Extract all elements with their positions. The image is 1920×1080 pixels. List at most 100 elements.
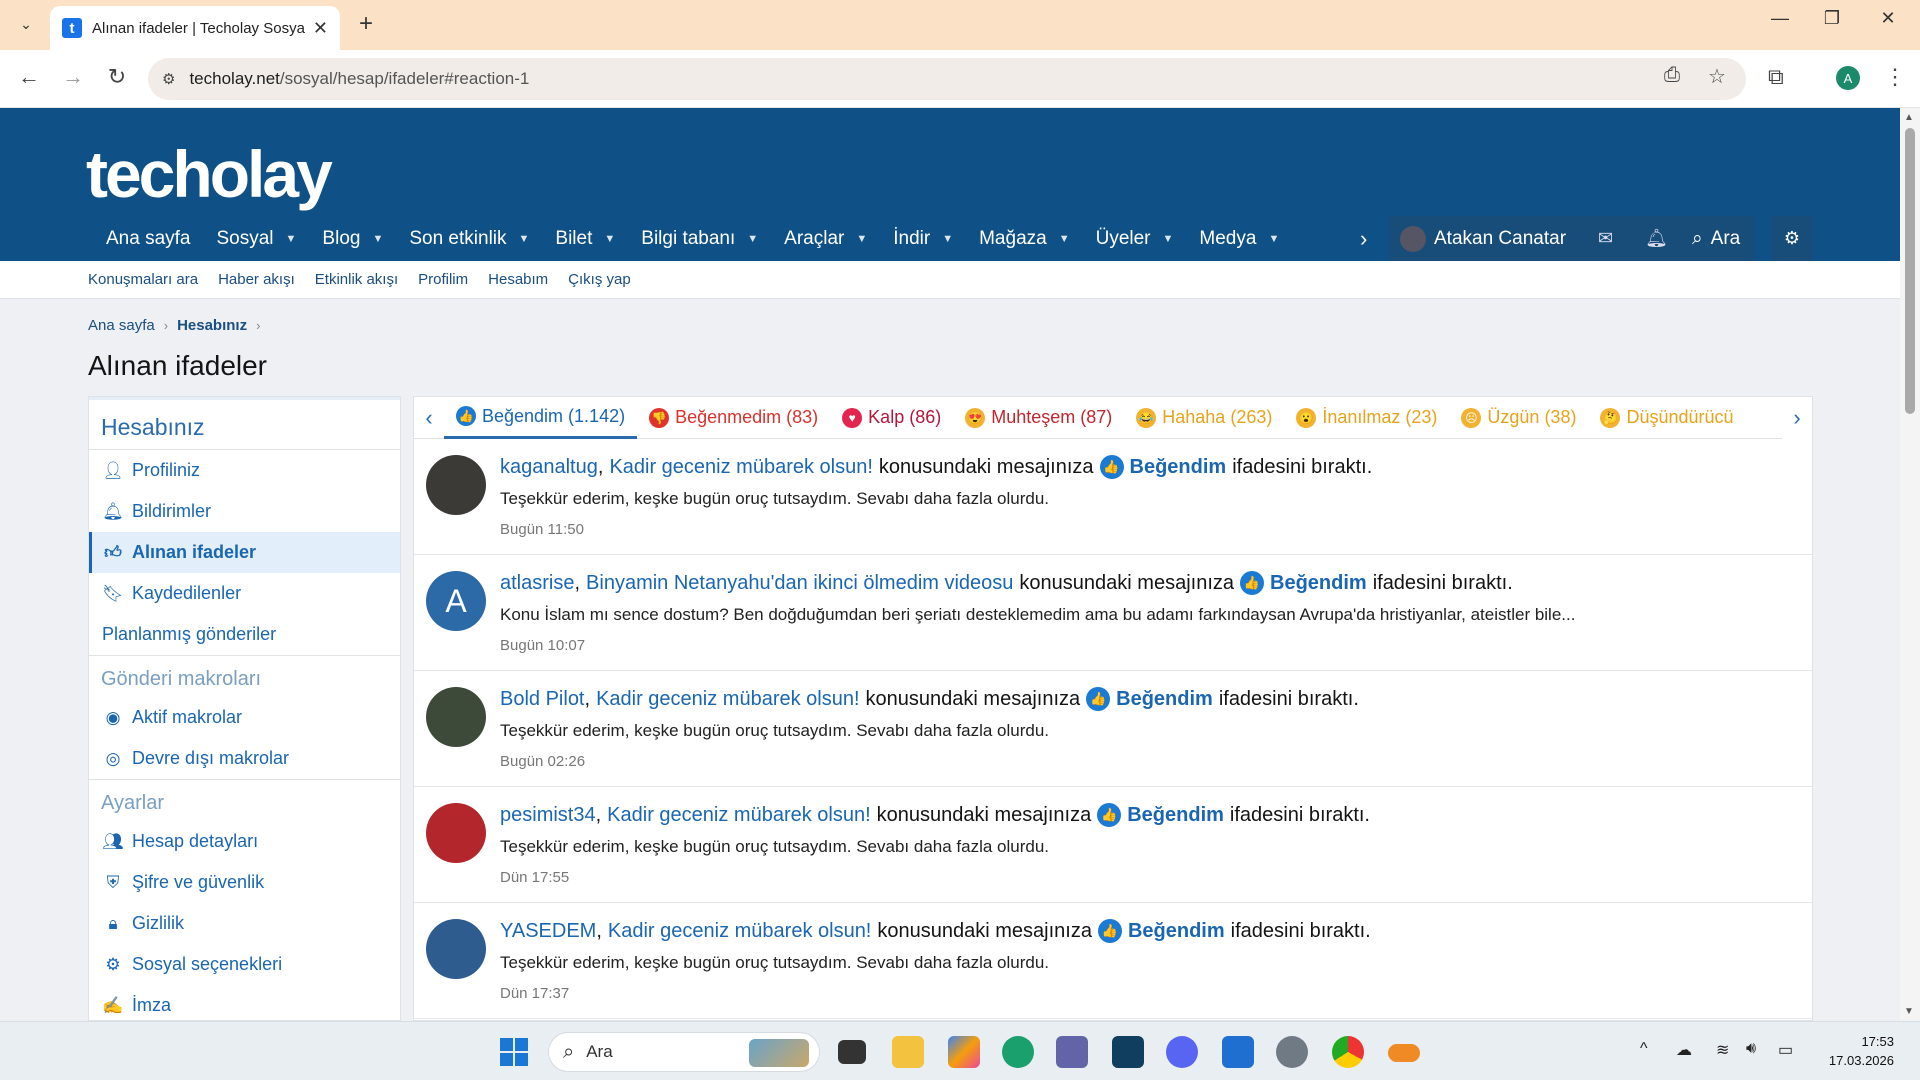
reaction-tab[interactable]: 👍 Beğendim (1.142) — [444, 397, 638, 439]
wifi-icon[interactable]: ≋ — [1716, 1040, 1729, 1060]
cloud-sync-icon[interactable]: ☁ — [1676, 1040, 1692, 1060]
sidebar-item[interactable]: 🔒︎ Gizlilik — [89, 903, 400, 944]
browser-menu-icon[interactable]: ⋮ — [1884, 64, 1906, 90]
edge-icon[interactable] — [1002, 1036, 1034, 1068]
chevron-down-icon[interactable]: ▼ — [519, 233, 530, 245]
nav-item-2[interactable]: Blog ▼ — [309, 216, 396, 261]
breadcrumb-home[interactable]: Ana sayfa — [88, 317, 155, 334]
subnav-link[interactable]: Çıkış yap — [568, 271, 631, 288]
timestamp[interactable]: Dün 17:55 — [500, 869, 569, 886]
username-link[interactable]: atlasrise — [500, 572, 574, 595]
timestamp[interactable]: Dün 17:37 — [500, 985, 569, 1002]
nav-item-7[interactable]: İndir ▼ — [880, 216, 966, 261]
new-tab-button[interactable]: + — [352, 10, 380, 38]
scroll-up-icon[interactable]: ▲ — [1904, 112, 1914, 123]
page-scrollbar[interactable]: ▲ ▼ — [1900, 108, 1920, 1021]
site-info-icon[interactable]: ⚙ — [162, 70, 175, 88]
sidebar-item[interactable]: ◉ Aktif makrolar — [89, 697, 400, 738]
close-tab-icon[interactable]: ✕ — [313, 18, 328, 39]
chevron-down-icon[interactable]: ▼ — [1268, 233, 1279, 245]
post-excerpt[interactable]: Teşekkür ederim, keşke bugün oruç tutsay… — [500, 489, 1049, 509]
volume-icon[interactable]: 🔊︎ — [1746, 1040, 1756, 1058]
chevron-down-icon[interactable]: ▼ — [372, 233, 383, 245]
tray-chevron-up-icon[interactable]: ^ — [1640, 1040, 1648, 1058]
thread-link[interactable]: Kadir geceniz mübarek olsun! — [609, 456, 872, 479]
nav-item-1[interactable]: Sosyal ▼ — [204, 216, 310, 261]
settings-icon[interactable] — [1276, 1036, 1308, 1068]
nav-item-10[interactable]: Medya ▼ — [1186, 216, 1292, 261]
thread-link[interactable]: Kadir geceniz mübarek olsun! — [596, 688, 859, 711]
avatar[interactable] — [426, 687, 486, 747]
avatar[interactable]: A — [426, 571, 486, 631]
sidebar-item[interactable]: 🔔︎ Bildirimler — [89, 491, 400, 532]
alerts-bell-icon[interactable]: 🔔︎ — [1629, 228, 1684, 249]
timestamp[interactable]: Bugün 02:26 — [500, 753, 585, 770]
nav-item-6[interactable]: Araçlar ▼ — [771, 216, 880, 261]
subnav-link[interactable]: Etkinlik akışı — [315, 271, 398, 288]
thread-link[interactable]: Kadir geceniz mübarek olsun! — [608, 920, 871, 943]
forward-icon[interactable]: → — [58, 64, 88, 90]
minimize-icon[interactable]: — — [1760, 8, 1800, 29]
file-explorer-icon[interactable] — [892, 1036, 924, 1068]
username-link[interactable]: Bold Pilot — [500, 688, 585, 711]
user-menu[interactable]: Atakan Canatar ✉ 🔔︎ — [1390, 216, 1684, 261]
sidebar-item[interactable]: ⚙ Sosyal seçenekleri — [89, 944, 400, 985]
scroll-down-icon[interactable]: ▼ — [1904, 1006, 1914, 1017]
windows-start-icon[interactable] — [500, 1038, 528, 1066]
post-excerpt[interactable]: Teşekkür ederim, keşke bugün oruç tutsay… — [500, 953, 1049, 973]
reaction-tab[interactable]: 👎 Beğenmedim (83) — [637, 397, 830, 439]
reaction-tab[interactable]: 😮 İnanılmaz (23) — [1284, 397, 1449, 439]
tabs-scroll-left-icon[interactable]: ‹ — [414, 405, 444, 431]
thread-link[interactable]: Kadir geceniz mübarek olsun! — [607, 804, 870, 827]
window-close-icon[interactable]: ✕ — [1868, 8, 1908, 29]
address-bar[interactable]: ⚙ techolay.net/sosyal/hesap/ifadeler#rea… — [148, 58, 1746, 100]
thread-link[interactable]: Binyamin Netanyahu'dan ikinci ölmedim vi… — [586, 572, 1013, 595]
avatar[interactable] — [426, 455, 486, 515]
reaction-tab[interactable]: ☹ Üzgün (38) — [1449, 397, 1588, 439]
sidebar-item[interactable]: ◎ Devre dışı makrolar — [89, 738, 400, 779]
sidebar-item[interactable]: ⛨ Şifre ve güvenlik — [89, 862, 400, 903]
sidebar-item[interactable]: 👤︎ Profiliniz — [89, 450, 400, 491]
bookmark-star-icon[interactable]: ☆ — [1708, 64, 1726, 89]
subnav-link[interactable]: Hesabım — [488, 271, 548, 288]
sidebar-item[interactable]: 👍︎ Alınan ifadeler — [89, 532, 400, 573]
teams-icon[interactable] — [1056, 1036, 1088, 1068]
nav-item-3[interactable]: Son etkinlik ▼ — [396, 216, 542, 261]
cloud-app-icon[interactable] — [1388, 1044, 1420, 1062]
chevron-down-icon[interactable]: ▼ — [604, 233, 615, 245]
nav-item-8[interactable]: Mağaza ▼ — [966, 216, 1083, 261]
chrome-icon[interactable] — [1332, 1036, 1364, 1068]
subnav-link[interactable]: Konuşmaları ara — [88, 271, 198, 288]
nav-more-chevron-icon[interactable]: › — [1360, 216, 1367, 261]
sidebar-item[interactable]: Planlanmış gönderiler — [89, 614, 400, 655]
search-button[interactable]: ⌕ Ara — [1678, 216, 1755, 261]
reaction-tab[interactable]: 😍 Muhteşem (87) — [953, 397, 1124, 439]
chevron-down-icon[interactable]: ▼ — [1059, 233, 1070, 245]
install-app-icon[interactable]: ⎙ — [1664, 64, 1680, 87]
store-icon[interactable] — [1222, 1036, 1254, 1068]
chevron-down-icon[interactable]: ▼ — [286, 233, 297, 245]
username-link[interactable]: pesimist34 — [500, 804, 596, 827]
task-view-icon[interactable] — [838, 1040, 866, 1064]
chevron-down-icon[interactable]: ▼ — [747, 233, 758, 245]
post-excerpt[interactable]: Teşekkür ederim, keşke bugün oruç tutsay… — [500, 721, 1049, 741]
reload-icon[interactable]: ↻ — [102, 64, 132, 90]
site-logo[interactable]: techolay — [86, 136, 333, 212]
inbox-icon[interactable]: ✉ — [1582, 228, 1629, 249]
breadcrumb-current[interactable]: Hesabınız — [177, 317, 247, 334]
sidebar-item[interactable]: 👥︎ Hesap detayları — [89, 821, 400, 862]
subnav-link[interactable]: Profilim — [418, 271, 468, 288]
restore-icon[interactable]: ❐ — [1812, 8, 1852, 29]
scrollbar-thumb[interactable] — [1905, 128, 1915, 414]
avatar[interactable] — [426, 919, 486, 979]
app-icon[interactable] — [1112, 1036, 1144, 1068]
timestamp[interactable]: Bugün 10:07 — [500, 637, 585, 654]
subnav-link[interactable]: Haber akışı — [218, 271, 295, 288]
battery-icon[interactable]: ▭ — [1778, 1040, 1793, 1060]
chevron-down-icon[interactable]: ▼ — [1163, 233, 1174, 245]
reaction-tab[interactable]: 🤔 Düşündürücü — [1588, 397, 1745, 439]
post-excerpt[interactable]: Konu İslam mı sence dostum? Ben doğduğum… — [500, 605, 1575, 625]
extensions-icon[interactable]: ⧉ — [1768, 64, 1784, 90]
settings-gear-icon[interactable]: ⚙ — [1772, 216, 1812, 261]
copilot-icon[interactable] — [948, 1036, 980, 1068]
